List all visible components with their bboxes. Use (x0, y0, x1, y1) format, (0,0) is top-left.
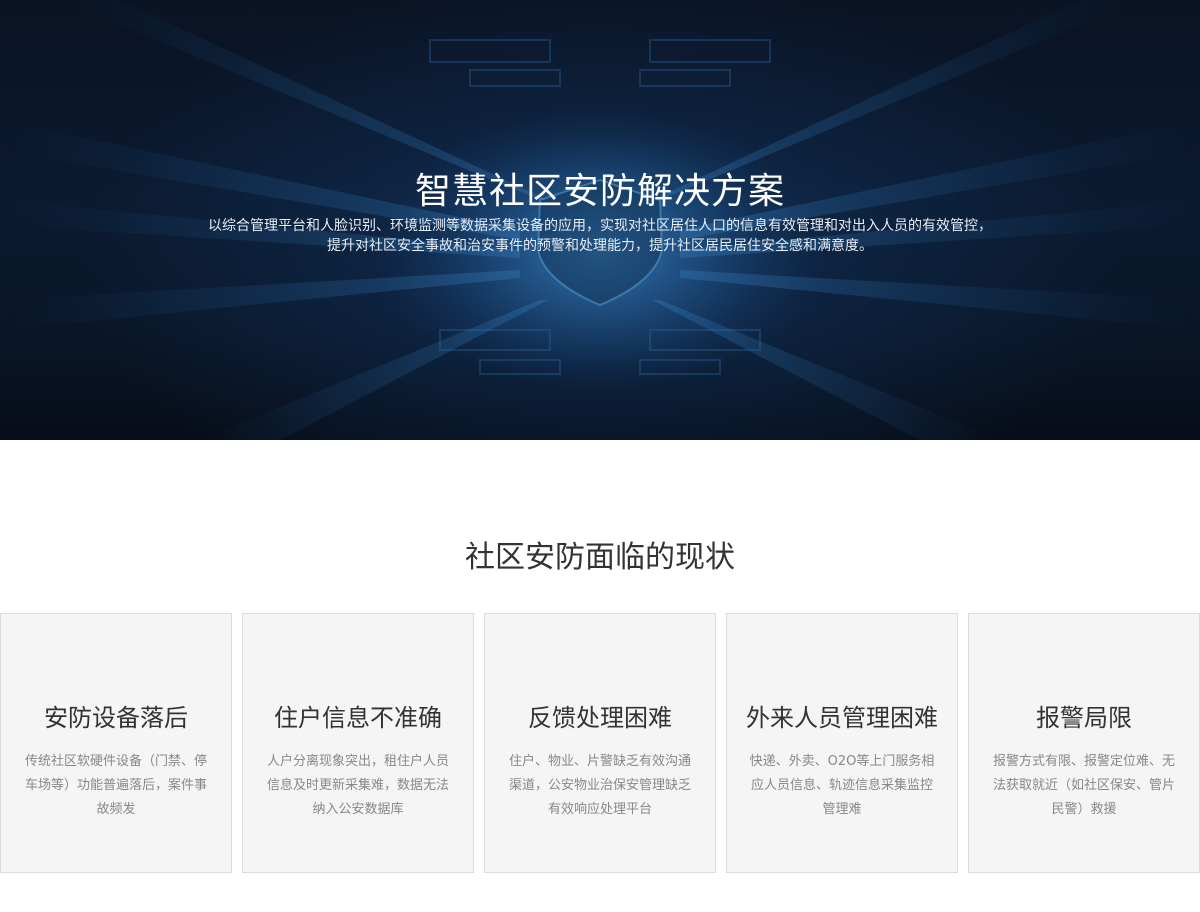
card-title: 反馈处理困难 (528, 704, 672, 732)
hero-banner: 智慧社区安防解决方案 以综合管理平台和人脸识别、环境监测等数据采集设备的应用，实… (0, 0, 1200, 440)
card-title: 住户信息不准确 (274, 704, 442, 732)
card-description: 报警方式有限、报警定位难、无法获取就近（如社区保安、管片民警）救援 (992, 754, 1175, 817)
status-card: 安防设备落后 传统社区软硬件设备（门禁、停车场等）功能普遍落后，案件事故频发 (0, 613, 232, 873)
status-card: 报警局限 报警方式有限、报警定位难、无法获取就近（如社区保安、管片民警）救援 (968, 613, 1200, 873)
section-title: 社区安防面临的现状 (465, 540, 735, 575)
status-card: 住户信息不准确 人户分离现象突出，租住户人员信息及时更新采集难，数据无法纳入公安… (242, 613, 474, 873)
hero-title: 智慧社区安防解决方案 (414, 171, 785, 212)
card-description: 快递、外卖、O2O等上门服务相应人员信息、轨迹信息采集监控管理难 (749, 754, 935, 817)
hero-description-line: 提升对社区安全事故和治安事件的预警和处理能力，提升社区居民居住安全感和满意度。 (327, 238, 873, 254)
status-card-list: 安防设备落后 传统社区软硬件设备（门禁、停车场等）功能普遍落后，案件事故频发 住… (0, 613, 1200, 873)
hero-description: 以综合管理平台和人脸识别、环境监测等数据采集设备的应用，实现对社区居住人口的信息… (0, 216, 1200, 256)
card-description: 住户、物业、片警缺乏有效沟通渠道，公安物业治保安管理缺乏有效响应处理平台 (508, 754, 691, 817)
card-title: 报警局限 (1036, 704, 1132, 732)
card-title: 安防设备落后 (44, 704, 188, 732)
hero-description-line: 以综合管理平台和人脸识别、环境监测等数据采集设备的应用，实现对社区居住人口的信息… (208, 218, 992, 234)
status-card: 外来人员管理困难 快递、外卖、O2O等上门服务相应人员信息、轨迹信息采集监控管理… (726, 613, 958, 873)
card-title: 外来人员管理困难 (746, 704, 938, 732)
card-description: 传统社区软硬件设备（门禁、停车场等）功能普遍落后，案件事故频发 (24, 754, 207, 817)
card-description: 人户分离现象突出，租住户人员信息及时更新采集难，数据无法纳入公安数据库 (266, 754, 449, 817)
status-card: 反馈处理困难 住户、物业、片警缺乏有效沟通渠道，公安物业治保安管理缺乏有效响应处… (484, 613, 716, 873)
